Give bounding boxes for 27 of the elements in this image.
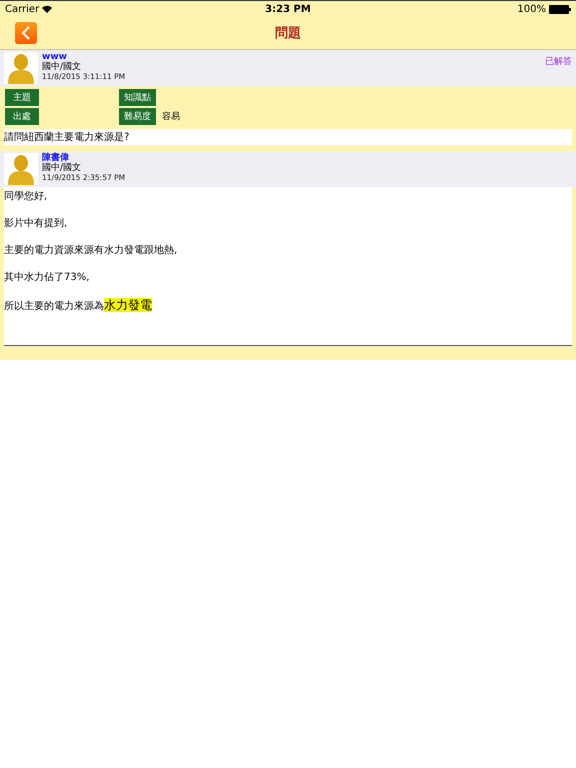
answer-paragraph: 影片中有提到, [4,216,68,230]
battery-icon [548,4,571,14]
author-name: www [42,52,68,62]
answer-paragraph: 其中水力佔了73%, [4,270,90,284]
chevron-left-icon [21,26,31,40]
page-title: 問題 [275,25,301,42]
wifi-icon [42,5,52,13]
answer-paragraph: 所以主要的電力來源為水力發電 [4,297,153,314]
clock-text: 3:23 PM [265,4,311,14]
answer-paragraph: 主要的電力資源來源有水力發電跟地熱, [4,244,178,257]
avatar-icon [4,52,38,84]
highlighted-text: 水力發電 [104,298,152,312]
tag-label: 出處 [5,108,39,125]
question-text: 請問紐西蘭主要電力來源是? [4,129,572,145]
battery-text: 100% [517,4,546,14]
subject-text: 國中/國文 [42,163,82,173]
subject-text: 國中/國文 [42,62,82,72]
answered-status: 已解答 [545,56,572,69]
back-button[interactable] [15,22,37,44]
tag-value: 容易 [162,110,180,123]
author-name: 陳書偉 [42,153,70,163]
carrier-text: Carrier [5,4,40,14]
avatar-icon [4,153,38,185]
tag-label: 知識點 [119,89,156,106]
tag-label: 主題 [5,89,39,106]
answer-paragraph: 同學您好, [4,190,48,203]
tag-label: 難易度 [119,108,156,125]
